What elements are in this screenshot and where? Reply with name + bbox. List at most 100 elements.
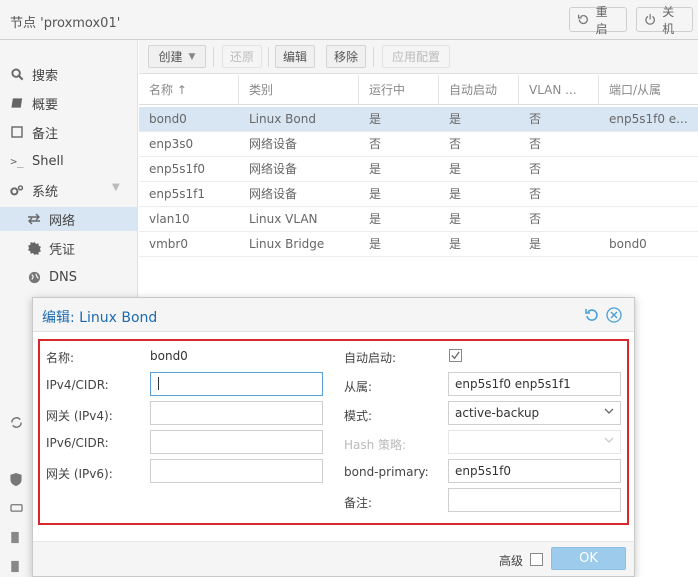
dialog-title: 编辑: Linux Bond: [42, 310, 158, 326]
advanced-label: 高级: [499, 554, 524, 568]
edit-bond-dialog: 编辑: Linux Bond 名称: bond0 IPv4/CIDR: 网关 (…: [32, 297, 635, 577]
advanced-checkbox[interactable]: [530, 553, 543, 566]
mode-select-value: active-backup: [455, 406, 540, 420]
column-header-autostart[interactable]: 自动启动: [439, 75, 519, 105]
cell-active: 是: [369, 212, 382, 226]
exchange-icon: [27, 212, 41, 226]
note-icon: [10, 125, 24, 139]
sidebar-item-certificates[interactable]: 凭证: [0, 236, 137, 260]
ipv4-cidr-input[interactable]: [150, 372, 323, 396]
sidebar-item-label: Shell: [32, 153, 64, 169]
power-icon: [645, 14, 655, 25]
sidebar-item-label: DNS: [49, 269, 77, 285]
revert-button[interactable]: 还原: [222, 45, 262, 68]
column-header-vlan[interactable]: VLAN ...: [519, 75, 599, 105]
checkmark-icon: [451, 351, 460, 360]
sidebar-item-dns[interactable]: DNS: [0, 265, 137, 289]
apply-config-button[interactable]: 应用配置: [382, 45, 450, 68]
hash-policy-label: Hash 策略:: [344, 438, 407, 452]
cell-vlan: 否: [529, 112, 542, 126]
cell-autostart: 是: [449, 212, 462, 226]
chevron-down-icon: [604, 431, 614, 453]
table-row[interactable]: enp5s1f1 网络设备 是 是 否: [139, 182, 698, 207]
node-titlebar: 节点 'proxmox01' 重启 关机: [0, 0, 698, 40]
cell-autostart: 是: [449, 162, 462, 176]
reboot-button[interactable]: 重启: [569, 5, 627, 36]
mode-select[interactable]: active-backup: [448, 401, 621, 425]
table-row[interactable]: bond0 Linux Bond 是 是 否 enp5s1f0 e...: [139, 107, 698, 132]
cell-active: 是: [369, 187, 382, 201]
cell-ports: [599, 132, 698, 157]
cell-active: 是: [369, 237, 382, 251]
mode-label: 模式:: [344, 409, 373, 423]
dialog-footer: 高级 OK: [33, 541, 634, 576]
gateway-ipv4-label: 网关 (IPv4):: [46, 409, 113, 423]
cell-ports: [599, 157, 698, 182]
chevron-down-icon: [604, 402, 614, 424]
autostart-checkbox[interactable]: [449, 349, 462, 362]
dialog-header: 编辑: Linux Bond: [33, 298, 634, 332]
comment-input[interactable]: [448, 488, 621, 512]
column-header-name[interactable]: 名称 ↑: [139, 75, 239, 105]
autostart-label: 自动启动:: [344, 351, 397, 365]
bond-primary-input[interactable]: enp5s1f0: [448, 459, 621, 483]
cell-vlan: 否: [529, 162, 542, 176]
cell-autostart: 是: [449, 187, 462, 201]
cell-active: 是: [369, 162, 382, 176]
reload-icon: [577, 14, 588, 25]
sidebar-item-system[interactable]: 系统 ▼: [0, 178, 137, 202]
create-button[interactable]: 创建 ▼: [148, 45, 206, 68]
hash-policy-select[interactable]: [448, 430, 621, 454]
cell-autostart: 是: [449, 112, 462, 126]
table-row[interactable]: vmbr0 Linux Bridge 是 是 是 bond0: [139, 232, 698, 257]
search-icon: [10, 67, 24, 81]
column-header-type[interactable]: 类别: [239, 75, 359, 105]
text-caret: [158, 377, 159, 390]
cell-vlan: 否: [529, 212, 542, 226]
sidebar-item-shell[interactable]: >_ Shell: [0, 149, 137, 173]
table-row[interactable]: vlan10 Linux VLAN 是 是 否: [139, 207, 698, 232]
page-title: 节点 'proxmox01': [10, 16, 121, 31]
remove-button[interactable]: 移除: [326, 45, 366, 68]
ok-button[interactable]: OK: [551, 547, 626, 570]
table-row[interactable]: enp5s1f0 网络设备 是 是 否: [139, 157, 698, 182]
reboot-button-label: 重启: [595, 4, 608, 36]
name-label: 名称:: [46, 351, 75, 365]
column-header-active[interactable]: 运行中: [359, 75, 439, 105]
cell-name: enp3s0: [149, 137, 194, 151]
partial-icon: [10, 531, 24, 545]
cell-ports: [599, 182, 698, 207]
chevron-down-icon[interactable]: ▼: [112, 182, 120, 193]
table-row[interactable]: enp3s0 网络设备 否 否 否: [139, 132, 698, 157]
cell-autostart: 是: [449, 237, 462, 251]
reset-icon[interactable]: [584, 307, 600, 323]
shutdown-button[interactable]: 关机: [636, 5, 693, 36]
column-header-ports[interactable]: 端口/从属: [599, 75, 698, 105]
bond-primary-label: bond-primary:: [344, 465, 429, 479]
toolbar-separator: [373, 47, 374, 67]
comment-label: 备注:: [344, 496, 373, 510]
sidebar-item-summary[interactable]: 概要: [0, 91, 137, 115]
create-button-label: 创建: [158, 50, 183, 64]
globe-icon: [27, 270, 41, 284]
cell-name: vlan10: [149, 212, 190, 226]
sidebar-item-notes[interactable]: 备注: [0, 120, 137, 144]
certificate-icon: [27, 241, 41, 255]
sidebar-item-label: 概要: [32, 97, 59, 113]
sidebar-item-search[interactable]: 搜索: [0, 62, 137, 86]
cell-name: bond0: [149, 112, 187, 126]
slaves-input[interactable]: enp5s1f0 enp5s1f1: [448, 372, 621, 396]
shield-icon: [10, 473, 24, 487]
close-icon[interactable]: [606, 307, 622, 323]
ipv6-cidr-input[interactable]: [150, 430, 323, 454]
edit-button[interactable]: 编辑: [275, 45, 315, 68]
sidebar-item-network[interactable]: 网络: [0, 207, 137, 231]
gateway-ipv4-input[interactable]: [150, 401, 323, 425]
cell-name: enp5s1f0: [149, 162, 205, 176]
cell-type: 网络设备: [249, 137, 298, 151]
cell-type: 网络设备: [249, 162, 298, 176]
cell-type: Linux VLAN: [249, 212, 318, 226]
ipv4-label: IPv4/CIDR:: [46, 378, 109, 392]
terminal-icon: >_: [10, 154, 24, 168]
gateway-ipv6-input[interactable]: [150, 459, 323, 483]
